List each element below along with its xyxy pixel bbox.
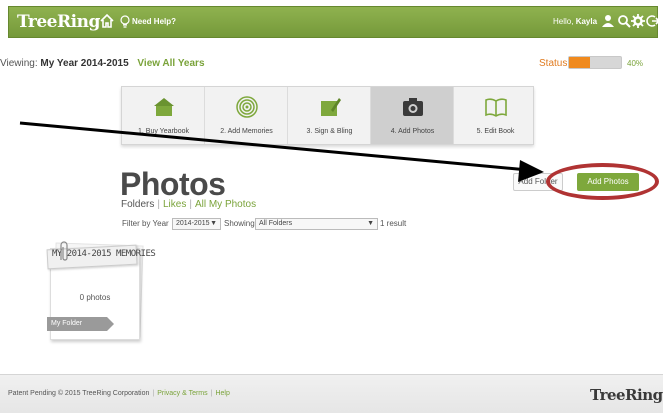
folder-photo-count: 0 photos: [79, 293, 111, 302]
status-progress-fill: [569, 57, 590, 68]
greeting-prefix: Hello,: [553, 17, 574, 26]
status-percent: 40%: [627, 59, 644, 68]
treering-logo[interactable]: TreeRing: [17, 12, 100, 32]
privacy-terms-link[interactable]: Privacy & Terms: [157, 390, 207, 397]
showing-label: Showing: [224, 219, 255, 228]
tab-folders[interactable]: Folders: [121, 199, 154, 210]
view-all-years-link[interactable]: View All Years: [137, 58, 204, 69]
status-progress-bar: [568, 56, 622, 69]
gear-icon[interactable]: [631, 14, 645, 28]
tab-separator: |: [189, 199, 192, 210]
filter-year-label: Filter by Year: [122, 219, 169, 228]
footer-logo[interactable]: TreeRing: [590, 386, 663, 404]
viewing-row: Viewing: My Year 2014-2015 View All Year…: [0, 58, 205, 69]
target-rings-icon: [236, 96, 258, 118]
pencil-card-icon: [321, 98, 341, 116]
year-select-value: 2014-2015: [176, 220, 210, 227]
step-sign-bling[interactable]: 3. Sign & Bling: [288, 87, 371, 144]
footer-text: Patent Pending © 2015 TreeRing Corporati…: [8, 390, 230, 397]
folder-select-value: All Folders: [259, 220, 293, 227]
user-greeting: Hello, Kayla: [553, 17, 597, 26]
year-select[interactable]: 2014-2015 ▼: [172, 218, 221, 230]
step-label: 4. Add Photos: [390, 128, 435, 135]
step-add-memories[interactable]: 2. Add Memories: [205, 87, 288, 144]
step-edit-book[interactable]: 5. Edit Book: [454, 87, 537, 144]
open-book-icon: [485, 98, 507, 117]
result-count: 1 result: [380, 219, 407, 228]
help-link[interactable]: Help: [215, 390, 229, 397]
step-label: 1. Buy Yearbook: [138, 128, 189, 135]
search-icon[interactable]: [617, 14, 631, 28]
footer: Patent Pending © 2015 TreeRing Corporati…: [0, 374, 663, 413]
tab-separator: |: [157, 199, 160, 210]
tab-likes[interactable]: Likes: [163, 199, 186, 210]
yearbook-steps-nav: 1. Buy Yearbook 2. Add Memories 3. Sign …: [121, 86, 534, 145]
top-bar: TreeRing Need Help? Hello, Kayla: [0, 0, 663, 43]
user-icon[interactable]: [601, 14, 615, 28]
copyright-text: Patent Pending © 2015 TreeRing Corporati…: [8, 390, 150, 397]
viewing-prefix: Viewing:: [0, 58, 38, 69]
footer-separator: |: [210, 390, 213, 397]
header-green-bar: TreeRing Need Help? Hello, Kayla: [8, 6, 660, 38]
viewing-year: My Year 2014-2015: [40, 58, 129, 69]
step-label: 3. Sign & Bling: [306, 128, 353, 135]
status-label: Status:: [539, 58, 571, 69]
annotation-highlight-ring: [546, 163, 659, 200]
home-icon[interactable]: [100, 14, 114, 28]
camera-icon: [403, 98, 423, 116]
logout-icon[interactable]: [646, 14, 660, 28]
folder-tag: My Folder: [47, 317, 114, 331]
step-buy-yearbook[interactable]: 1. Buy Yearbook: [122, 87, 205, 144]
folder-select[interactable]: All Folders ▼: [255, 218, 378, 230]
chevron-down-icon: ▼: [210, 220, 217, 227]
user-name: Kayla: [575, 17, 598, 26]
step-add-photos[interactable]: 4. Add Photos: [371, 87, 454, 144]
house-card-icon: [154, 98, 174, 116]
help-bulb-icon: [120, 15, 130, 28]
tab-all-my-photos[interactable]: All My Photos: [195, 199, 256, 210]
page-title: Photos: [120, 166, 226, 202]
need-help-link[interactable]: Need Help?: [132, 17, 176, 26]
photos-sub-tabs: Folders | Likes | All My Photos: [121, 199, 256, 210]
chevron-down-icon: ▼: [367, 220, 374, 227]
footer-separator: |: [152, 390, 155, 397]
step-label: 5. Edit Book: [476, 128, 515, 135]
paperclip-icon: [60, 241, 68, 261]
step-label: 2. Add Memories: [220, 128, 273, 135]
